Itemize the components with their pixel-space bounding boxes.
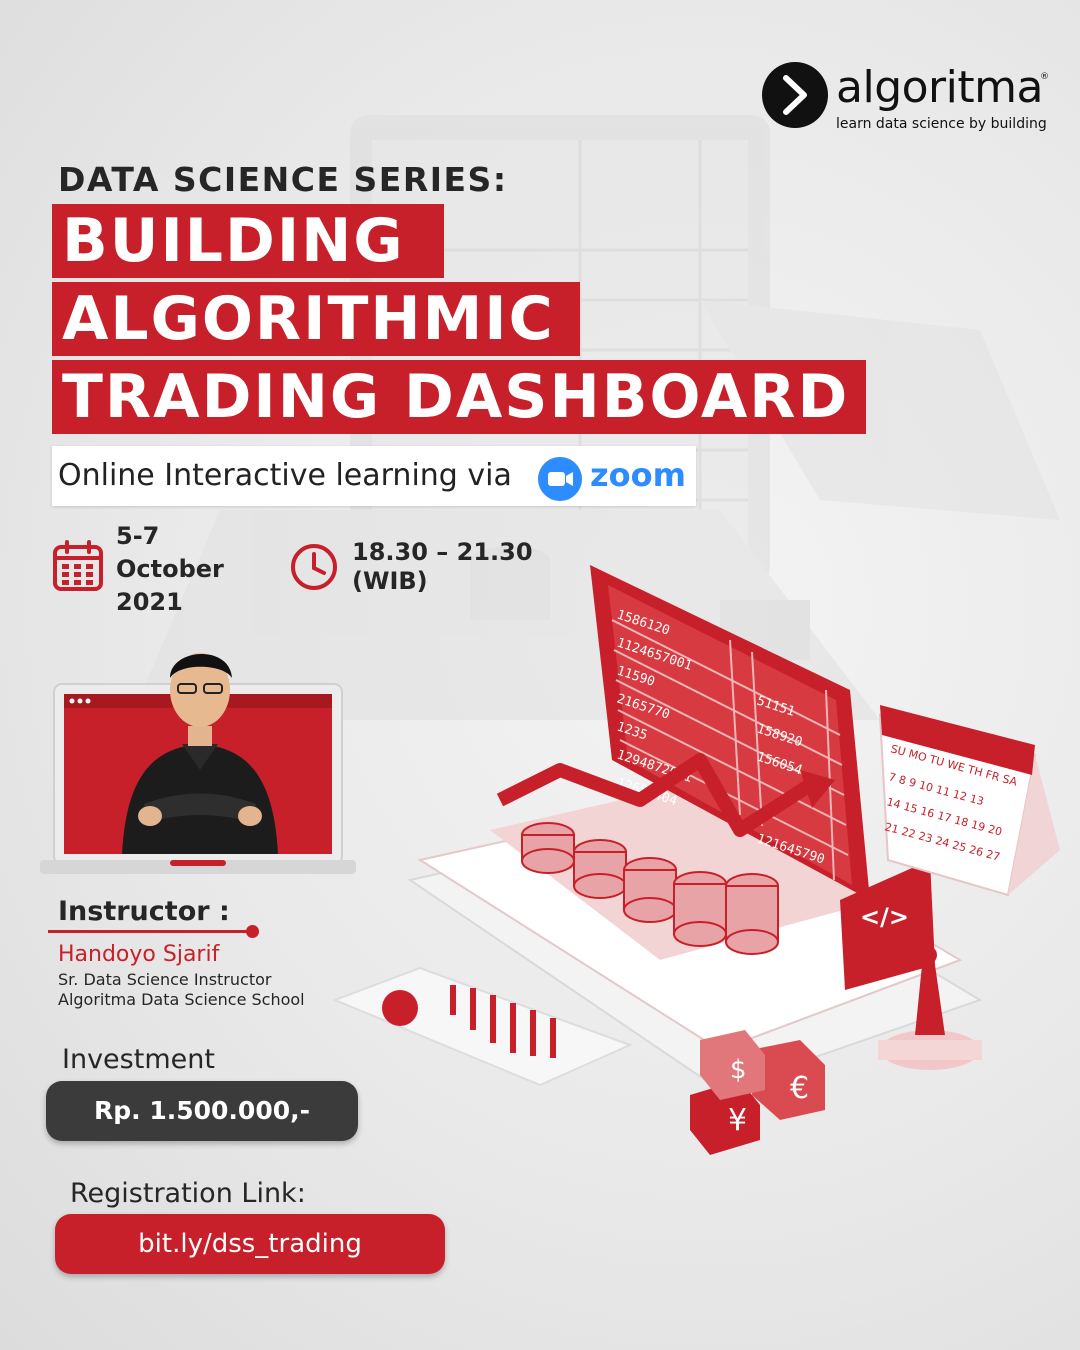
registration-link[interactable]: bit.ly/dss_trading	[55, 1214, 445, 1274]
svg-text:</>: </>	[860, 903, 909, 931]
price-text: Rp. 1.500.000,-	[94, 1096, 310, 1125]
date-line-1: 5-7	[116, 522, 160, 550]
zoom-wordmark: zoom	[590, 456, 686, 494]
brand-name: algoritma	[836, 62, 1043, 113]
instructor-name: Handoyo Sjarif	[58, 942, 220, 967]
instructor-divider	[48, 930, 254, 933]
algoritma-logo-icon	[762, 62, 828, 128]
date-line-3: 2021	[116, 588, 183, 616]
svg-text:€: €	[790, 1071, 809, 1106]
instructor-label: Instructor :	[58, 896, 230, 927]
svg-text:¥: ¥	[728, 1103, 747, 1138]
registered-mark: ®	[1040, 72, 1049, 82]
series-title: DATA SCIENCE SERIES:	[58, 160, 508, 199]
calendar-icon	[53, 540, 103, 591]
registration-label: Registration Link:	[70, 1178, 306, 1209]
instructor-organization: Algoritma Data Science School	[58, 990, 305, 1009]
instructor-divider-dot	[246, 925, 259, 938]
date-line-2: October	[116, 555, 224, 583]
delivery-text: Online Interactive learning via	[58, 458, 512, 493]
title-line-2: ALGORITHMIC	[52, 282, 580, 356]
title-line-1: BUILDING	[52, 204, 444, 278]
instructor-role: Sr. Data Science Instructor	[58, 970, 272, 989]
instructor-laptop-illustration	[40, 653, 356, 874]
chevron-right-icon	[783, 75, 807, 115]
brand-tagline: learn data science by building	[836, 116, 1047, 132]
title-line-3: TRADING DASHBOARD	[52, 360, 866, 434]
poster: 1586120 1124657001 11590 2165770 1235 12…	[0, 0, 1080, 1350]
investment-label: Investment	[62, 1044, 215, 1075]
clock-icon	[291, 544, 337, 590]
time-zone: (WIB)	[352, 567, 428, 595]
zoom-camera-icon	[538, 457, 582, 501]
svg-text:$: $	[730, 1055, 747, 1085]
